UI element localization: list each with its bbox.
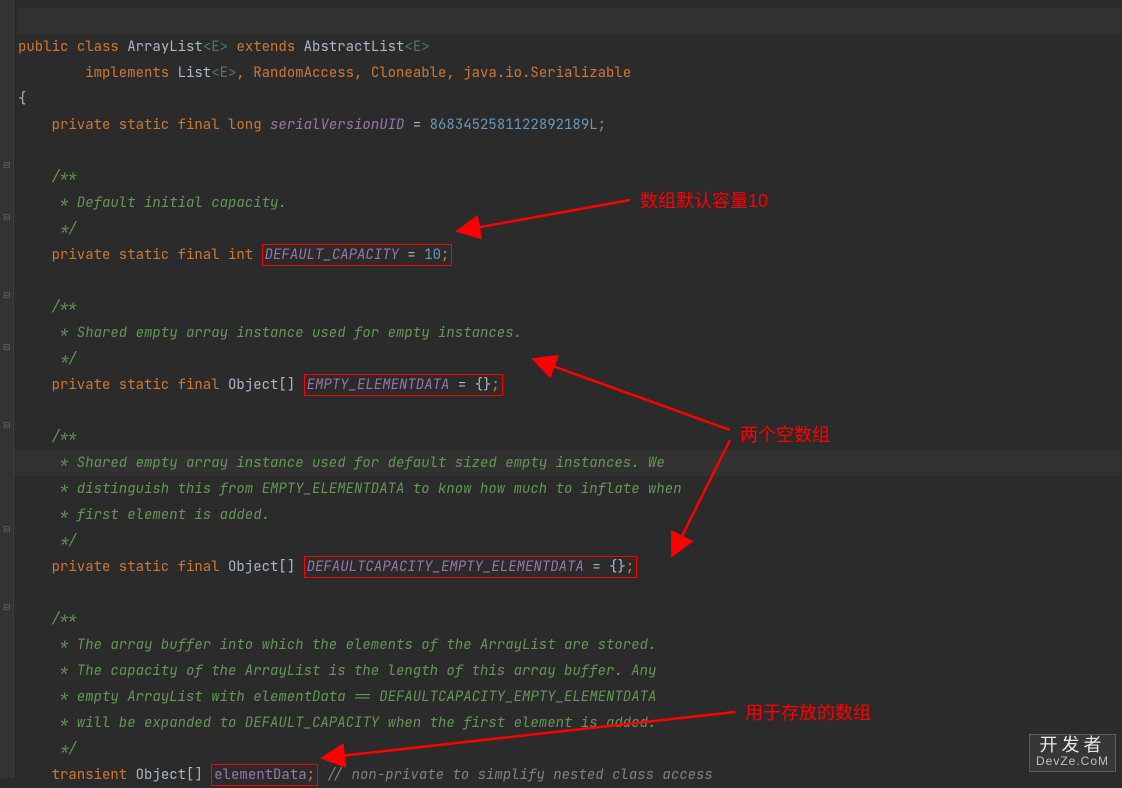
eq-init: = {} [584,558,626,576]
eq-init: = {} [449,376,491,394]
fold-icon[interactable]: ⊟ [3,334,11,342]
fold-icon[interactable]: ⊟ [3,594,11,602]
javadoc-line: * distinguish this from EMPTY_ELEMENTDAT… [52,480,682,498]
semi: ; [307,766,315,784]
field-elementData: elementData [214,766,306,784]
fold-icon[interactable]: ⊟ [3,516,11,524]
javadoc-open: /** [52,168,77,186]
watermark: 开发者 DevZe.CoM [1029,734,1116,772]
code-block: public class ArrayList<E> extends Abstra… [18,8,713,788]
javadoc-open: /** [52,428,77,446]
javadoc-line: * Default initial capacity. [52,194,287,212]
keyword-transient: transient [52,766,128,784]
javadoc-close: */ [52,532,77,550]
generic: <E> [203,38,228,56]
javadoc-line: * Shared empty array instance used for e… [52,324,522,342]
field-serialVersionUID: serialVersionUID [270,116,404,134]
semi: ; [626,558,634,576]
field-empty-elementdata: EMPTY_ELEMENTDATA [307,376,450,394]
javadoc-close: */ [52,220,77,238]
type-object-array: Object[] [127,766,211,784]
number-literal: 8683452581122892189L [430,116,598,134]
brace-open: { [18,90,26,108]
javadoc-open: /** [52,298,77,316]
javadoc-line: * The capacity of the ArrayList is the l… [52,662,657,680]
watermark-cn: 开发者 [1036,737,1109,753]
javadoc-open: /** [52,610,77,628]
fold-icon[interactable]: ⊟ [3,412,11,420]
keyword-implements: implements [85,64,169,82]
modifiers: private static final int [52,246,254,264]
javadoc-line: * empty ArrayList with elementData == DE… [52,688,657,706]
editor-gutter [0,0,14,778]
javadoc-close: */ [52,740,77,758]
javadoc-close: */ [52,350,77,368]
fold-icon[interactable]: ⊟ [3,282,11,290]
fold-icon[interactable]: ⊟ [3,204,11,212]
javadoc-line: * will be expanded to DEFAULT_CAPACITY w… [52,714,657,732]
field-default-capacity: DEFAULT_CAPACITY [265,246,399,264]
generic: <E> [211,64,236,82]
fold-icon[interactable]: ⊟ [3,152,11,160]
semi: ; [441,246,449,264]
type-object-array: Object[] [220,558,304,576]
keyword-extends: extends [236,38,295,56]
class-name: ArrayList [127,38,203,56]
annotation-storage-array: 用于存放的数组 [745,700,871,726]
line-comment: // non-private to simplify nested class … [318,766,713,784]
semi: ; [598,116,606,134]
keyword-class: class [77,38,119,56]
watermark-en: DevZe.CoM [1036,753,1109,769]
generic: <E> [404,38,429,56]
annotation-default-capacity: 数组默认容量10 [640,188,768,214]
eq: = [399,246,424,264]
modifiers: private static final [52,558,220,576]
annotation-two-empty-arrays: 两个空数组 [740,422,830,448]
number-10: 10 [424,246,441,264]
modifiers: private static final long [52,116,262,134]
keyword-public: public [18,38,68,56]
javadoc-line: * Shared empty array instance used for d… [52,454,665,472]
field-defaultcap-empty-elementdata: DEFAULTCAPACITY_EMPTY_ELEMENTDATA [307,558,584,576]
javadoc-line: * first element is added. [52,506,270,524]
eq: = [404,116,429,134]
interface: List [178,64,212,82]
interfaces-rest: , RandomAccess, Cloneable, java.io.Seria… [236,64,631,82]
javadoc-line: * The array buffer into which the elemen… [52,636,657,654]
semi: ; [491,376,499,394]
superclass: AbstractList [304,38,405,56]
type-object-array: Object[] [220,376,304,394]
modifiers: private static final [52,376,220,394]
